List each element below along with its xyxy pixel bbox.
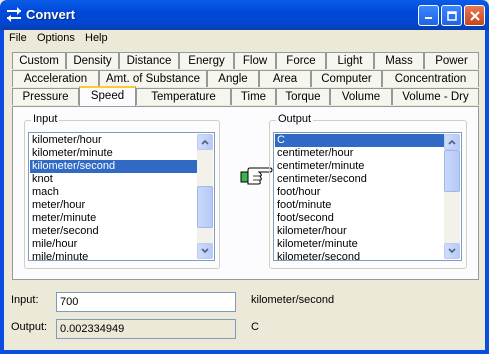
output-label: Output: (11, 321, 48, 333)
menu-file[interactable]: File (9, 32, 27, 44)
close-button[interactable] (464, 5, 485, 26)
maximize-icon (446, 10, 457, 21)
list-item[interactable]: knot (30, 173, 197, 186)
output-group: Output C centimeter/hour centimeter/minu… (269, 113, 467, 269)
app-convert-icon (7, 7, 21, 22)
input-group: Input kilometer/hour kilometer/minute ki… (24, 113, 220, 269)
window-border-bottom (0, 350, 489, 354)
tab-energy[interactable]: Energy (179, 52, 234, 69)
tab-density[interactable]: Density (66, 52, 119, 69)
tab-computer[interactable]: Computer (311, 70, 382, 87)
chevron-up-icon (201, 139, 209, 145)
input-label: Input: (11, 294, 39, 306)
output-unit-label: C (251, 321, 259, 333)
output-value-field[interactable]: 0.002334949 (56, 319, 236, 339)
tab-time[interactable]: Time (231, 88, 276, 105)
tab-speed[interactable]: Speed (79, 86, 136, 106)
tab-light[interactable]: Light (326, 52, 374, 69)
title-bar[interactable]: Convert (0, 0, 489, 30)
tab-panel: Input kilometer/hour kilometer/minute ki… (12, 106, 479, 280)
minimize-button[interactable] (418, 5, 439, 26)
menu-help[interactable]: Help (85, 32, 108, 44)
list-item[interactable]: mile/minute (30, 251, 197, 260)
minimize-icon (425, 17, 432, 19)
scroll-down-button[interactable] (197, 243, 213, 259)
tab-custom[interactable]: Custom (12, 52, 66, 69)
input-unit-list[interactable]: kilometer/hour kilometer/minute kilomete… (28, 132, 215, 261)
list-item[interactable]: mile/hour (30, 238, 197, 251)
input-list-scrollbar[interactable] (197, 134, 213, 259)
tab-row-1: Custom Density Distance Energy Flow Forc… (12, 52, 479, 69)
tab-row-3: Pressure Temperature Time Torque Volume … (12, 86, 479, 106)
scroll-down-button[interactable] (444, 243, 460, 259)
tab-mass[interactable]: Mass (374, 52, 424, 69)
tab-amt-of-substance[interactable]: Amt. of Substance (99, 70, 207, 87)
list-item[interactable]: mach (30, 186, 197, 199)
list-item[interactable]: kilometer/hour (275, 225, 444, 238)
list-item[interactable]: centimeter/second (275, 173, 444, 186)
tab-acceleration[interactable]: Acceleration (12, 70, 99, 87)
input-value-field[interactable]: 700 (56, 292, 236, 312)
tab-volume-dry[interactable]: Volume - Dry (392, 88, 479, 105)
list-item[interactable]: foot/minute (275, 199, 444, 212)
scroll-up-button[interactable] (197, 134, 213, 150)
list-item[interactable]: kilometer/second (275, 251, 444, 260)
scroll-thumb[interactable] (197, 186, 213, 228)
tab-angle[interactable]: Angle (207, 70, 259, 87)
list-item[interactable]: centimeter/hour (275, 147, 444, 160)
tab-temperature[interactable]: Temperature (136, 88, 231, 105)
list-item[interactable]: meter/hour (30, 199, 197, 212)
chevron-up-icon (448, 139, 456, 145)
list-item[interactable]: kilometer/minute (30, 147, 197, 160)
scroll-thumb[interactable] (444, 150, 460, 192)
menu-bar: File Options Help (4, 30, 485, 48)
tab-force[interactable]: Force (276, 52, 326, 69)
tab-torque[interactable]: Torque (276, 88, 330, 105)
tab-volume[interactable]: Volume (330, 88, 392, 105)
list-item[interactable]: kilometer/minute (275, 238, 444, 251)
window-border-left (0, 30, 4, 354)
tab-flow[interactable]: Flow (234, 52, 276, 69)
output-list-scrollbar[interactable] (444, 134, 460, 259)
list-item[interactable]: kilometer/second (30, 160, 197, 173)
list-item[interactable]: meter/minute (30, 212, 197, 225)
menu-options[interactable]: Options (37, 32, 75, 44)
output-unit-list[interactable]: C centimeter/hour centimeter/minute cent… (273, 132, 462, 261)
tab-area[interactable]: Area (259, 70, 311, 87)
list-item[interactable]: kilometer/hour (30, 134, 197, 147)
tab-distance[interactable]: Distance (119, 52, 179, 69)
maximize-button[interactable] (441, 5, 462, 26)
tab-concentration[interactable]: Concentration (382, 70, 479, 87)
scroll-up-button[interactable] (444, 134, 460, 150)
list-item[interactable]: meter/second (30, 225, 197, 238)
list-item[interactable]: C (274, 133, 445, 148)
close-icon (469, 10, 480, 21)
input-unit-label: kilometer/second (251, 294, 335, 306)
tab-row-2: Acceleration Amt. of Substance Angle Are… (12, 70, 479, 87)
chevron-down-icon (201, 248, 209, 254)
tab-power[interactable]: Power (424, 52, 479, 69)
output-group-label: Output (276, 113, 314, 125)
pointing-hand-icon (240, 167, 273, 185)
chevron-down-icon (448, 248, 456, 254)
window-border-right (485, 30, 489, 354)
list-item[interactable]: centimeter/minute (275, 160, 444, 173)
window-title: Convert (26, 7, 76, 22)
input-group-label: Input (31, 113, 60, 125)
list-item[interactable]: foot/hour (275, 186, 444, 199)
tab-pressure[interactable]: Pressure (12, 88, 79, 105)
list-item[interactable]: foot/second (275, 212, 444, 225)
